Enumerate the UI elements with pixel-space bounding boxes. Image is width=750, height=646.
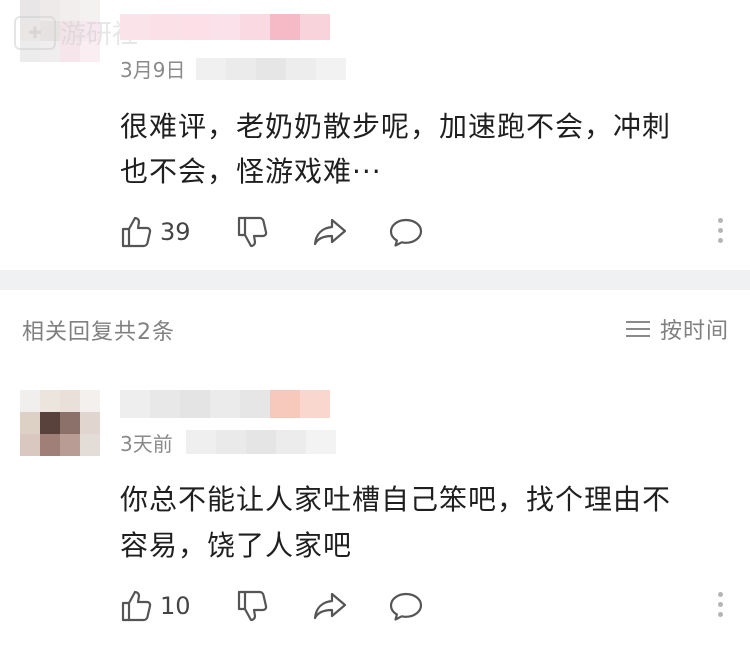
share-arrow-icon bbox=[313, 218, 347, 246]
username[interactable] bbox=[120, 390, 330, 418]
like-button[interactable]: 10 bbox=[120, 586, 191, 626]
thumbs-up-icon bbox=[121, 590, 152, 622]
thumbs-down-icon bbox=[237, 216, 268, 248]
comment-meta bbox=[196, 58, 346, 80]
share-button[interactable] bbox=[312, 212, 348, 252]
sort-by-time-button[interactable]: 按时间 bbox=[626, 313, 729, 345]
comment-button[interactable] bbox=[388, 586, 424, 626]
like-count: 39 bbox=[160, 218, 191, 246]
thumbs-up-icon bbox=[121, 216, 152, 248]
comment-bubble-icon bbox=[389, 592, 423, 621]
sort-lines-icon bbox=[626, 316, 650, 342]
sort-label: 按时间 bbox=[660, 319, 730, 344]
more-vertical-icon[interactable] bbox=[718, 592, 724, 622]
thumbs-down-icon bbox=[237, 590, 268, 622]
share-arrow-icon bbox=[313, 592, 347, 620]
comment-date: 3天前 bbox=[120, 432, 173, 456]
comment-text-line: 容易，饶了人家吧 bbox=[120, 529, 353, 562]
dislike-button[interactable] bbox=[236, 586, 270, 626]
comment-button[interactable] bbox=[388, 212, 424, 252]
avatar[interactable] bbox=[20, 390, 100, 456]
comment-bubble-icon bbox=[389, 218, 423, 247]
comment-text-line: 也不会，怪游戏难··· bbox=[120, 155, 382, 188]
comment-actions: 10 bbox=[120, 586, 740, 626]
more-vertical-icon[interactable] bbox=[718, 218, 724, 248]
comment-date: 3月9日 bbox=[120, 58, 186, 82]
like-button[interactable]: 39 bbox=[120, 212, 191, 252]
comment-actions: 39 bbox=[120, 212, 740, 252]
username[interactable] bbox=[120, 14, 330, 40]
section-divider bbox=[0, 270, 750, 290]
dislike-button[interactable] bbox=[236, 212, 270, 252]
comment-meta bbox=[186, 430, 336, 454]
gamepad-icon: ✚ bbox=[14, 15, 56, 50]
like-count: 10 bbox=[160, 592, 191, 620]
share-button[interactable] bbox=[312, 586, 348, 626]
replies-count-title: 相关回复共2条 bbox=[22, 320, 175, 345]
